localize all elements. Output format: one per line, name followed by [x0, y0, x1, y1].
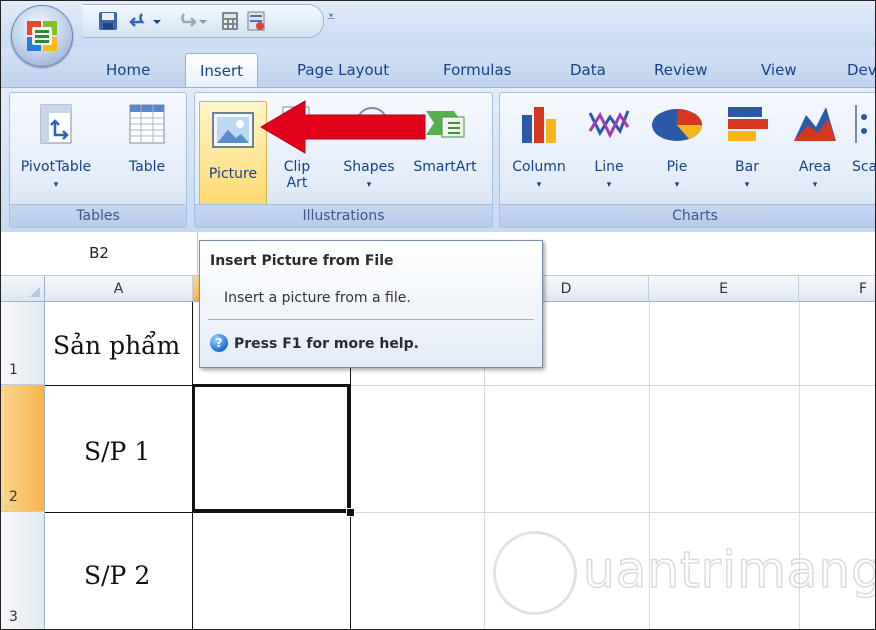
tab-formulas[interactable]: Formulas	[443, 61, 511, 79]
group-label-charts: Charts	[500, 204, 875, 227]
clip-art-label-line1: Clip	[283, 159, 311, 175]
area-chart-label: Area	[798, 159, 832, 175]
column-header-a[interactable]: A	[45, 276, 193, 302]
tab-data[interactable]: Data	[570, 61, 606, 79]
tab-review[interactable]: Review	[654, 61, 708, 79]
excel-window: ⩡ Home Insert Page Layout Formulas Data …	[0, 0, 876, 630]
column-chart-button[interactable]: Column ▾	[504, 101, 574, 193]
group-tables: PivotTable ▾ Table Tables	[9, 92, 187, 228]
shapes-dropdown-icon: ▾	[366, 180, 372, 190]
customize-qat-icon[interactable]: ⩡	[327, 9, 335, 25]
select-all-corner[interactable]	[1, 276, 45, 302]
scatter-chart-label: Sca	[852, 159, 876, 175]
cell-a1[interactable]: Sản phẩm	[53, 331, 180, 360]
ribbon-tabs: Home Insert Page Layout Formulas Data Re…	[1, 47, 875, 87]
tab-view[interactable]: View	[761, 61, 797, 79]
bar-chart-label: Bar	[735, 159, 759, 175]
column-header-f[interactable]: F	[799, 276, 875, 302]
table-label: Table	[128, 159, 166, 175]
tab-page-layout[interactable]: Page Layout	[297, 61, 389, 79]
watermark-text: uantrimang	[582, 540, 876, 600]
row-number: 2	[9, 489, 18, 505]
save-icon[interactable]	[97, 10, 119, 32]
group-label-illustrations: Illustrations	[195, 204, 492, 227]
tooltip-separator	[208, 319, 534, 320]
help-icon: ?	[210, 334, 228, 352]
tab-developer[interactable]: Dev	[847, 61, 875, 79]
line-chart-dropdown-icon: ▾	[606, 180, 612, 190]
cell-a2[interactable]: S/P 1	[84, 437, 150, 466]
name-box[interactable]: B2	[1, 232, 198, 275]
lightbulb-icon	[493, 531, 577, 615]
picture-label: Picture	[208, 166, 258, 182]
area-chart-dropdown-icon: ▾	[812, 180, 818, 190]
row-header-1[interactable]: 1	[1, 302, 45, 385]
table-button[interactable]: Table	[118, 101, 176, 175]
line-chart-icon	[588, 110, 630, 139]
redo-icon[interactable]	[175, 10, 197, 32]
row-header-3[interactable]: 3	[1, 512, 45, 629]
tab-insert[interactable]: Insert	[185, 53, 259, 87]
title-bar: ⩡	[1, 1, 875, 47]
quick-access-toolbar	[83, 4, 324, 38]
row-number: 3	[9, 609, 18, 625]
form-icon[interactable]	[245, 10, 267, 32]
cell-border	[45, 512, 351, 513]
redo-dropdown-icon[interactable]	[197, 10, 209, 32]
annotation-arrow-icon	[260, 100, 426, 154]
scatter-chart-button[interactable]: Sca	[852, 101, 876, 175]
column-chart-dropdown-icon: ▾	[536, 180, 542, 190]
picture-icon	[212, 112, 254, 148]
tooltip-help-text: Press F1 for more help.	[234, 336, 419, 352]
smartart-icon	[426, 111, 465, 138]
undo-dropdown-icon[interactable]	[151, 10, 163, 32]
row-number: 1	[9, 362, 18, 378]
tooltip-description: Insert a picture from a file.	[224, 290, 411, 306]
office-logo-icon	[27, 21, 57, 51]
pie-chart-icon	[652, 109, 702, 141]
pivottable-label: PivotTable	[20, 159, 92, 175]
area-chart-icon	[794, 107, 836, 141]
column-chart-icon	[522, 107, 556, 143]
calculator-icon[interactable]	[219, 10, 241, 32]
bar-chart-dropdown-icon: ▾	[744, 180, 750, 190]
shapes-label: Shapes	[343, 159, 395, 175]
pivottable-button[interactable]: PivotTable ▾	[16, 101, 96, 193]
cell-a3[interactable]: S/P 2	[84, 561, 150, 590]
undo-icon[interactable]	[129, 10, 151, 32]
column-chart-label: Column	[512, 159, 566, 175]
pivottable-icon	[40, 104, 72, 144]
group-charts: Column ▾ Line ▾ Pie ▾ Bar ▾ Area ▾ Sca C…	[499, 92, 876, 228]
pivottable-dropdown-icon: ▾	[53, 180, 59, 190]
corner-triangle-icon	[30, 287, 40, 297]
watermark-logo: uantrimang	[493, 531, 875, 621]
screentip-insert-picture: Insert Picture from File Insert a pictur…	[199, 240, 543, 368]
ribbon: PivotTable ▾ Table Tables Picture Clip A…	[1, 87, 876, 233]
line-chart-label: Line	[594, 159, 624, 175]
column-header-e[interactable]: E	[649, 276, 799, 302]
scatter-chart-icon	[855, 105, 867, 143]
bar-chart-button[interactable]: Bar ▾	[720, 101, 774, 193]
smartart-label: SmartArt	[413, 159, 477, 175]
area-chart-button[interactable]: Area ▾	[788, 101, 842, 193]
table-icon	[129, 104, 165, 144]
clip-art-label-line2: Art	[286, 175, 308, 191]
row-header-2[interactable]: 2	[1, 385, 45, 512]
line-chart-button[interactable]: Line ▾	[584, 101, 634, 193]
group-label-tables: Tables	[10, 204, 186, 227]
tooltip-title: Insert Picture from File	[210, 253, 394, 269]
pie-chart-dropdown-icon: ▾	[674, 180, 680, 190]
picture-button[interactable]: Picture	[199, 101, 267, 207]
bar-chart-icon	[728, 107, 768, 141]
fill-handle[interactable]	[346, 508, 355, 517]
cell-b2-active[interactable]	[192, 384, 350, 512]
pie-chart-button[interactable]: Pie ▾	[648, 101, 706, 193]
tab-home[interactable]: Home	[106, 61, 150, 79]
pie-chart-label: Pie	[666, 159, 688, 175]
office-button[interactable]	[11, 5, 73, 67]
